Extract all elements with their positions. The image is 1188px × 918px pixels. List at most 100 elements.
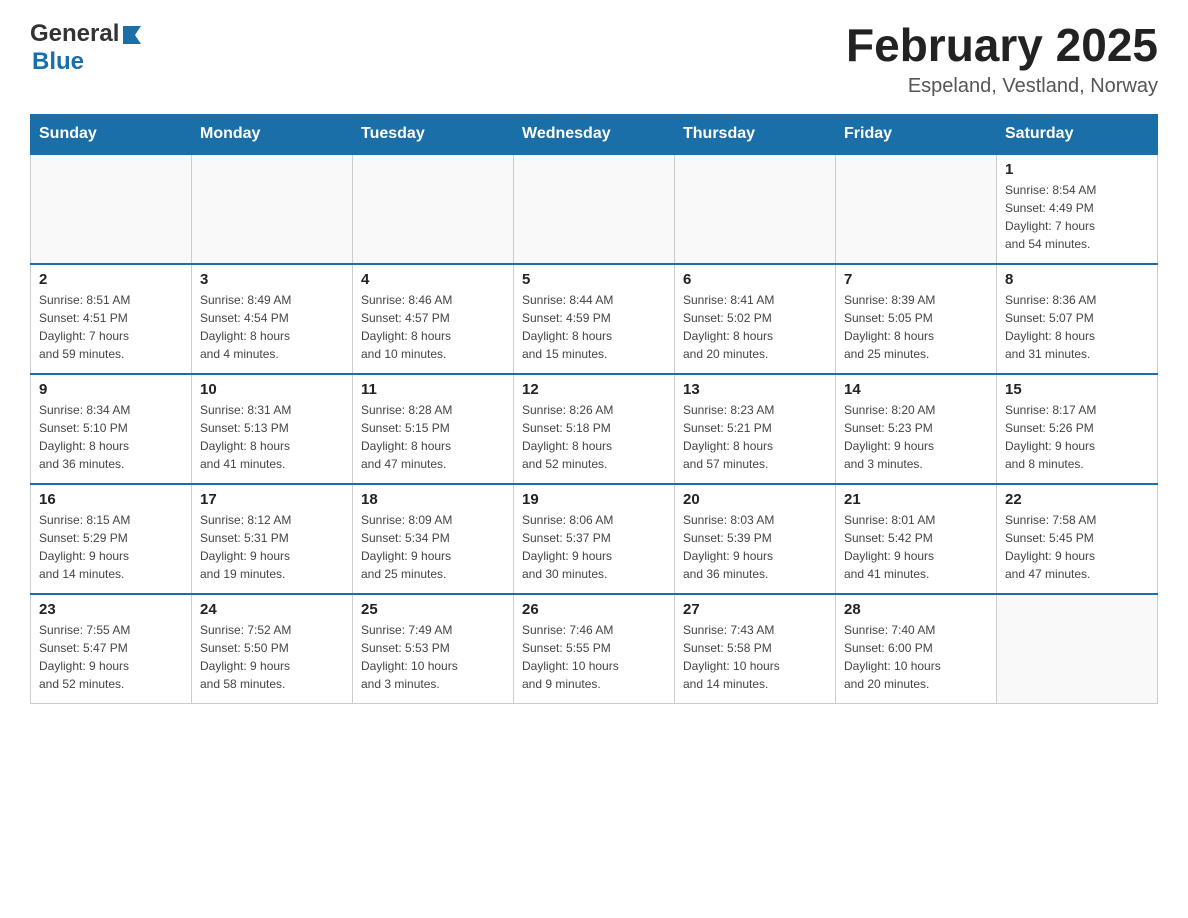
day-info: Sunrise: 7:52 AMSunset: 5:50 PMDaylight:… bbox=[200, 621, 344, 693]
weekday-header-friday: Friday bbox=[836, 114, 997, 154]
day-info: Sunrise: 7:46 AMSunset: 5:55 PMDaylight:… bbox=[522, 621, 666, 693]
calendar-cell: 5 Sunrise: 8:44 AMSunset: 4:59 PMDaylight… bbox=[514, 264, 675, 374]
calendar-week-row: 23Sunrise: 7:55 AMSunset: 5:47 PMDayligh… bbox=[31, 594, 1158, 704]
day-number: 26 bbox=[522, 601, 666, 618]
day-info: Sunrise: 8:28 AMSunset: 5:15 PMDaylight:… bbox=[361, 401, 505, 473]
logo-flag-icon bbox=[121, 22, 143, 44]
weekday-header-wednesday: Wednesday bbox=[514, 114, 675, 154]
day-number: 19 bbox=[522, 491, 666, 508]
calendar-cell: 10 Sunrise: 8:31 AMSunset: 5:13 PMDayligh… bbox=[192, 374, 353, 484]
calendar-cell: 12 Sunrise: 8:26 AMSunset: 5:18 PMDayligh… bbox=[514, 374, 675, 484]
calendar-cell: 17 Sunrise: 8:12 AMSunset: 5:31 PMDayligh… bbox=[192, 484, 353, 594]
day-number: 14 bbox=[844, 381, 988, 398]
calendar-cell: 14 Sunrise: 8:20 AMSunset: 5:23 PMDayligh… bbox=[836, 374, 997, 484]
calendar-cell: 9 Sunrise: 8:34 AMSunset: 5:10 PMDaylight… bbox=[31, 374, 192, 484]
day-number: 13 bbox=[683, 381, 827, 398]
calendar-cell: 28Sunrise: 7:40 AMSunset: 6:00 PMDayligh… bbox=[836, 594, 997, 704]
day-info: Sunrise: 8:03 AMSunset: 5:39 PMDaylight:… bbox=[683, 511, 827, 583]
day-number: 10 bbox=[200, 381, 344, 398]
calendar-cell: 24 Sunrise: 7:52 AMSunset: 5:50 PMDayligh… bbox=[192, 594, 353, 704]
calendar-cell: 13 Sunrise: 8:23 AMSunset: 5:21 PMDayligh… bbox=[675, 374, 836, 484]
day-number: 25 bbox=[361, 601, 505, 618]
calendar-cell: 7 Sunrise: 8:39 AMSunset: 5:05 PMDaylight… bbox=[836, 264, 997, 374]
day-number: 21 bbox=[844, 491, 988, 508]
day-info: Sunrise: 7:43 AMSunset: 5:58 PMDaylight:… bbox=[683, 621, 827, 693]
day-info: Sunrise: 8:01 AMSunset: 5:42 PMDaylight:… bbox=[844, 511, 988, 583]
calendar-cell: 4Sunrise: 8:46 AMSunset: 4:57 PMDaylight… bbox=[353, 264, 514, 374]
calendar-cell bbox=[997, 594, 1158, 704]
day-info: Sunrise: 8:06 AMSunset: 5:37 PMDaylight:… bbox=[522, 511, 666, 583]
day-number: 7 bbox=[844, 271, 988, 288]
day-number: 8 bbox=[1005, 271, 1149, 288]
calendar-cell bbox=[31, 154, 192, 264]
calendar-week-row: 2Sunrise: 8:51 AMSunset: 4:51 PMDaylight… bbox=[31, 264, 1158, 374]
day-info: Sunrise: 8:23 AMSunset: 5:21 PMDaylight:… bbox=[683, 401, 827, 473]
calendar-header-row: SundayMondayTuesdayWednesdayThursdayFrid… bbox=[31, 114, 1158, 154]
calendar-cell: 11 Sunrise: 8:28 AMSunset: 5:15 PMDayligh… bbox=[353, 374, 514, 484]
day-number: 20 bbox=[683, 491, 827, 508]
day-info: Sunrise: 7:49 AMSunset: 5:53 PMDaylight:… bbox=[361, 621, 505, 693]
calendar-cell: 8 Sunrise: 8:36 AMSunset: 5:07 PMDaylight… bbox=[997, 264, 1158, 374]
weekday-header-tuesday: Tuesday bbox=[353, 114, 514, 154]
day-number: 1 bbox=[1005, 161, 1149, 178]
calendar-cell: 25 Sunrise: 7:49 AMSunset: 5:53 PMDayligh… bbox=[353, 594, 514, 704]
day-info: Sunrise: 8:34 AMSunset: 5:10 PMDaylight:… bbox=[39, 401, 183, 473]
calendar-cell: 20 Sunrise: 8:03 AMSunset: 5:39 PMDayligh… bbox=[675, 484, 836, 594]
day-number: 9 bbox=[39, 381, 183, 398]
day-info: Sunrise: 8:12 AMSunset: 5:31 PMDaylight:… bbox=[200, 511, 344, 583]
day-number: 22 bbox=[1005, 491, 1149, 508]
day-info: Sunrise: 8:20 AMSunset: 5:23 PMDaylight:… bbox=[844, 401, 988, 473]
day-info: Sunrise: 8:17 AMSunset: 5:26 PMDaylight:… bbox=[1005, 401, 1149, 473]
day-number: 5 bbox=[522, 271, 666, 288]
day-info: Sunrise: 8:54 AMSunset: 4:49 PMDaylight:… bbox=[1005, 181, 1149, 253]
logo-general-text: General bbox=[30, 20, 119, 48]
day-number: 27 bbox=[683, 601, 827, 618]
day-number: 3 bbox=[200, 271, 344, 288]
calendar-cell: 19 Sunrise: 8:06 AMSunset: 5:37 PMDayligh… bbox=[514, 484, 675, 594]
day-info: Sunrise: 8:39 AMSunset: 5:05 PMDaylight:… bbox=[844, 291, 988, 363]
day-number: 17 bbox=[200, 491, 344, 508]
calendar-cell bbox=[675, 154, 836, 264]
weekday-header-saturday: Saturday bbox=[997, 114, 1158, 154]
weekday-header-sunday: Sunday bbox=[31, 114, 192, 154]
weekday-header-monday: Monday bbox=[192, 114, 353, 154]
calendar-week-row: 1 Sunrise: 8:54 AMSunset: 4:49 PMDaylight… bbox=[31, 154, 1158, 264]
calendar-cell: 6 Sunrise: 8:41 AMSunset: 5:02 PMDaylight… bbox=[675, 264, 836, 374]
day-number: 12 bbox=[522, 381, 666, 398]
calendar-cell: 16 Sunrise: 8:15 AMSunset: 5:29 PMDayligh… bbox=[31, 484, 192, 594]
day-info: Sunrise: 8:36 AMSunset: 5:07 PMDaylight:… bbox=[1005, 291, 1149, 363]
logo-blue-text: Blue bbox=[32, 48, 84, 75]
day-info: Sunrise: 7:58 AMSunset: 5:45 PMDaylight:… bbox=[1005, 511, 1149, 583]
day-info: Sunrise: 8:41 AMSunset: 5:02 PMDaylight:… bbox=[683, 291, 827, 363]
day-number: 24 bbox=[200, 601, 344, 618]
calendar-cell: 15 Sunrise: 8:17 AMSunset: 5:26 PMDayligh… bbox=[997, 374, 1158, 484]
calendar-cell: 1 Sunrise: 8:54 AMSunset: 4:49 PMDaylight… bbox=[997, 154, 1158, 264]
calendar-cell: 18Sunrise: 8:09 AMSunset: 5:34 PMDayligh… bbox=[353, 484, 514, 594]
day-number: 15 bbox=[1005, 381, 1149, 398]
calendar-cell bbox=[514, 154, 675, 264]
calendar-cell: 21 Sunrise: 8:01 AMSunset: 5:42 PMDayligh… bbox=[836, 484, 997, 594]
calendar-cell: 2Sunrise: 8:51 AMSunset: 4:51 PMDaylight… bbox=[31, 264, 192, 374]
day-info: Sunrise: 7:55 AMSunset: 5:47 PMDaylight:… bbox=[39, 621, 183, 693]
day-info: Sunrise: 8:44 AMSunset: 4:59 PMDaylight:… bbox=[522, 291, 666, 363]
day-number: 4 bbox=[361, 271, 505, 288]
calendar-cell bbox=[353, 154, 514, 264]
day-number: 16 bbox=[39, 491, 183, 508]
calendar-week-row: 16 Sunrise: 8:15 AMSunset: 5:29 PMDayligh… bbox=[31, 484, 1158, 594]
month-title: February 2025 bbox=[846, 20, 1158, 71]
day-info: Sunrise: 8:26 AMSunset: 5:18 PMDaylight:… bbox=[522, 401, 666, 473]
day-info: Sunrise: 8:15 AMSunset: 5:29 PMDaylight:… bbox=[39, 511, 183, 583]
title-area: February 2025 Espeland, Vestland, Norway bbox=[846, 20, 1158, 98]
day-info: Sunrise: 8:31 AMSunset: 5:13 PMDaylight:… bbox=[200, 401, 344, 473]
day-number: 2 bbox=[39, 271, 183, 288]
day-info: Sunrise: 8:49 AMSunset: 4:54 PMDaylight:… bbox=[200, 291, 344, 363]
calendar-cell: 23Sunrise: 7:55 AMSunset: 5:47 PMDayligh… bbox=[31, 594, 192, 704]
calendar-cell: 22 Sunrise: 7:58 AMSunset: 5:45 PMDayligh… bbox=[997, 484, 1158, 594]
calendar-cell bbox=[192, 154, 353, 264]
page-header: General Blue February 2025 Espeland, Ves… bbox=[30, 20, 1158, 98]
day-info: Sunrise: 7:40 AMSunset: 6:00 PMDaylight:… bbox=[844, 621, 988, 693]
weekday-header-thursday: Thursday bbox=[675, 114, 836, 154]
day-number: 11 bbox=[361, 381, 505, 398]
calendar-cell: 3 Sunrise: 8:49 AMSunset: 4:54 PMDaylight… bbox=[192, 264, 353, 374]
day-number: 6 bbox=[683, 271, 827, 288]
